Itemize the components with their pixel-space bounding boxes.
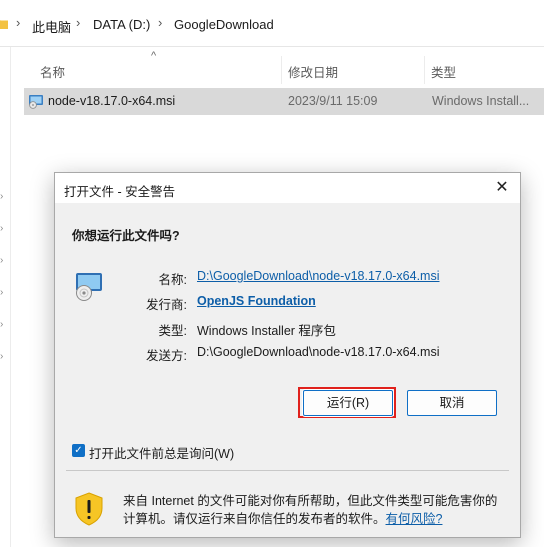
navigation-pane[interactable]: › › › › › › (0, 47, 11, 547)
close-button[interactable]: ✕ (490, 176, 514, 200)
publisher-label: 发行商: (146, 298, 187, 312)
msi-installer-icon (29, 95, 43, 109)
folder-icon (0, 20, 8, 29)
column-header-name[interactable]: 名称 (40, 62, 65, 81)
type-label: 类型: (158, 324, 187, 338)
column-header-date[interactable]: 修改日期 (288, 62, 338, 81)
column-divider[interactable] (281, 56, 282, 84)
from-value: D:\GoogleDownload\node-v18.17.0-x64.msi (197, 345, 440, 359)
cancel-button[interactable]: 取消 (407, 390, 497, 416)
name-label: 名称: (158, 273, 187, 287)
chevron-right-icon[interactable]: › (0, 224, 6, 234)
run-button[interactable]: 运行(R) (303, 390, 393, 416)
breadcrumb-data-drive[interactable]: DATA (D:) (93, 17, 150, 32)
breadcrumb-this-pc[interactable]: 此电脑 (32, 17, 71, 36)
breadcrumb-separator: › (76, 15, 81, 30)
publisher-link[interactable]: OpenJS Foundation (197, 294, 316, 308)
always-ask-label[interactable]: 打开此文件前总是询问(W) (89, 443, 234, 462)
file-type: Windows Install... (432, 94, 530, 108)
close-icon: ✕ (495, 179, 509, 196)
breadcrumb-separator: › (16, 15, 21, 30)
warning-message: 来自 Internet 的文件可能对你有所帮助，但此文件类型可能危害你的计算机。… (123, 492, 508, 528)
column-header-type[interactable]: 类型 (431, 62, 456, 81)
file-name: node-v18.17.0-x64.msi (48, 94, 176, 108)
dialog-titlebar[interactable]: 打开文件 - 安全警告 ✕ (55, 173, 520, 203)
address-bar[interactable]: › 此电脑 › DATA (D:) › GoogleDownload (0, 0, 544, 47)
type-value: Windows Installer 程序包 (197, 324, 336, 338)
divider (66, 470, 509, 471)
sort-ascending-icon: ^ (151, 50, 157, 62)
file-row-selected[interactable]: node-v18.17.0-x64.msi 2023/9/11 15:09 Wi… (24, 88, 544, 115)
chevron-right-icon[interactable]: › (0, 192, 6, 202)
warning-shield-icon (75, 492, 103, 526)
breadcrumb-googledownload[interactable]: GoogleDownload (174, 17, 274, 32)
always-ask-checkbox[interactable]: ✓ (72, 444, 85, 457)
installer-app-icon (76, 273, 102, 301)
chevron-right-icon[interactable]: › (0, 352, 6, 362)
file-path-link[interactable]: D:\GoogleDownload\node-v18.17.0-x64.msi (197, 269, 440, 283)
chevron-right-icon[interactable]: › (0, 256, 6, 266)
chevron-right-icon[interactable]: › (0, 288, 6, 298)
dialog-question: 你想运行此文件吗? (72, 229, 180, 243)
risk-link[interactable]: 有何风险? (386, 512, 443, 526)
file-date: 2023/9/11 15:09 (288, 94, 378, 108)
dialog-title: 打开文件 - 安全警告 (64, 185, 176, 199)
breadcrumb-separator: › (158, 15, 163, 30)
security-warning-dialog: 打开文件 - 安全警告 ✕ 你想运行此文件吗? 名称: D:\GoogleDow… (54, 172, 521, 538)
chevron-right-icon[interactable]: › (0, 320, 6, 330)
column-divider[interactable] (424, 56, 425, 84)
from-label: 发送方: (146, 349, 187, 363)
